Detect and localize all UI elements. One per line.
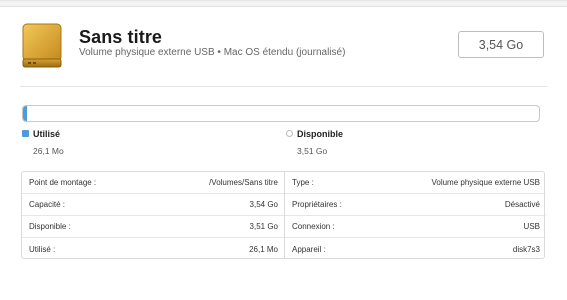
info-column-right: Type : Volume physique externe USB Propr…	[284, 172, 546, 258]
legend-used-value: 26,1 Mo	[33, 146, 64, 156]
info-row-connection: Connexion : USB	[285, 216, 546, 238]
info-value: 3,51 Go	[249, 222, 278, 231]
info-label: Appareil :	[292, 244, 326, 254]
info-row-owners: Propriétaires : Désactivé	[285, 194, 546, 216]
info-value: 3,54 Go	[249, 200, 278, 209]
legend-used: Utilisé 26,1 Mo	[22, 129, 64, 156]
info-row-device: Appareil : disk7s3	[285, 238, 546, 260]
volume-subtitle: Volume physique externe USB • Mac OS éte…	[79, 47, 346, 58]
info-row-type: Type : Volume physique externe USB	[285, 172, 546, 194]
header-divider	[20, 86, 547, 87]
info-label: Connexion :	[292, 222, 335, 231]
legend-used-label: Utilisé	[33, 129, 61, 139]
info-row-capacity: Capacité : 3,54 Go	[22, 194, 284, 216]
capacity-badge: 3,54 Go	[458, 31, 544, 58]
legend-free: Disponible 3,51 Go	[286, 129, 343, 156]
info-value: /Volumes/Sans titre	[209, 178, 278, 187]
disk-info-panel: Sans titre Volume physique externe USB •…	[0, 0, 567, 300]
info-row-available: Disponible : 3,51 Go	[22, 216, 284, 238]
info-label: Capacité :	[29, 200, 66, 209]
legend-free-value: 3,51 Go	[297, 146, 328, 156]
legend-free-label: Disponible	[297, 129, 344, 139]
usage-bar-used-fill	[23, 106, 28, 121]
used-swatch-icon	[22, 130, 29, 137]
info-label: Disponible :	[29, 222, 71, 231]
free-swatch-icon	[286, 130, 293, 137]
info-value: USB	[523, 222, 540, 231]
info-row-used: Utilisé : 26,1 Mo	[22, 238, 284, 260]
info-value: Désactivé	[504, 200, 540, 209]
info-value: Volume physique externe USB	[431, 178, 540, 187]
info-row-mount-point: Point de montage : /Volumes/Sans titre	[22, 172, 284, 194]
window-top-edge	[0, 1, 567, 7]
info-column-left: Point de montage : /Volumes/Sans titre C…	[22, 172, 284, 258]
info-label: Propriétaires :	[292, 200, 342, 209]
info-value: disk7s3	[512, 244, 540, 254]
info-label: Utilisé :	[29, 244, 56, 254]
info-value: 26,1 Mo	[249, 244, 278, 254]
info-label: Type :	[292, 178, 314, 187]
volume-title: Sans titre	[79, 27, 163, 47]
external-drive-icon	[20, 23, 64, 69]
usage-bar	[22, 105, 540, 122]
info-label: Point de montage :	[29, 178, 97, 187]
info-table: Point de montage : /Volumes/Sans titre C…	[21, 171, 546, 259]
